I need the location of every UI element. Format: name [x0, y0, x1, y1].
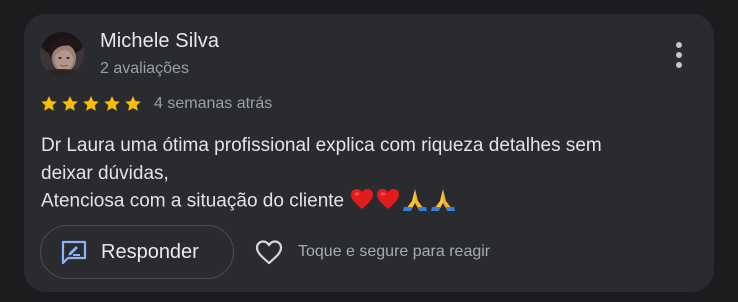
folded-hands-emoji-icon [402, 187, 428, 216]
star-icon [124, 95, 142, 113]
react-button[interactable]: Toque e segure para reagir [254, 236, 490, 268]
folded-hands-emoji-icon [430, 187, 456, 216]
review-text-line: Dr Laura uma ótima profissional explica … [41, 135, 602, 156]
rating-row: 4 semanas atrás [40, 94, 272, 114]
react-hint: Toque e segure para reagir [298, 243, 491, 260]
review-text: Dr Laura uma ótima profissional explica … [41, 132, 681, 216]
star-rating [40, 95, 142, 113]
page: Michele Silva 2 avaliações 4 semanas atr… [0, 0, 738, 302]
star-icon [61, 95, 79, 113]
red-heart-emoji-icon [376, 187, 400, 216]
star-icon [40, 95, 58, 113]
more-vertical-icon-dot [676, 52, 682, 58]
reply-button[interactable]: Responder [40, 225, 234, 279]
reply-icon [61, 240, 87, 264]
avatar-image [40, 32, 84, 76]
review-text-line-last: Atenciosa com a situação do cliente [41, 187, 681, 216]
star-icon [82, 95, 100, 113]
reply-label: Responder [101, 240, 199, 263]
more-vertical-icon [676, 42, 682, 48]
red-heart-emoji-icon [350, 187, 374, 216]
heart-outline-icon [254, 238, 284, 266]
emoji-group [350, 187, 456, 216]
review-count: 2 avaliações [100, 60, 189, 77]
avatar[interactable] [40, 32, 84, 76]
more-options-button[interactable] [665, 38, 693, 72]
more-vertical-icon-dot [676, 62, 682, 68]
author-name[interactable]: Michele Silva [100, 30, 219, 53]
review-text-line: Atenciosa com a situação do cliente [41, 190, 345, 212]
star-icon [103, 95, 121, 113]
review-card: Michele Silva 2 avaliações 4 semanas atr… [24, 14, 714, 292]
review-date: 4 semanas atrás [154, 95, 273, 112]
review-text-line: deixar dúvidas, [41, 162, 169, 184]
